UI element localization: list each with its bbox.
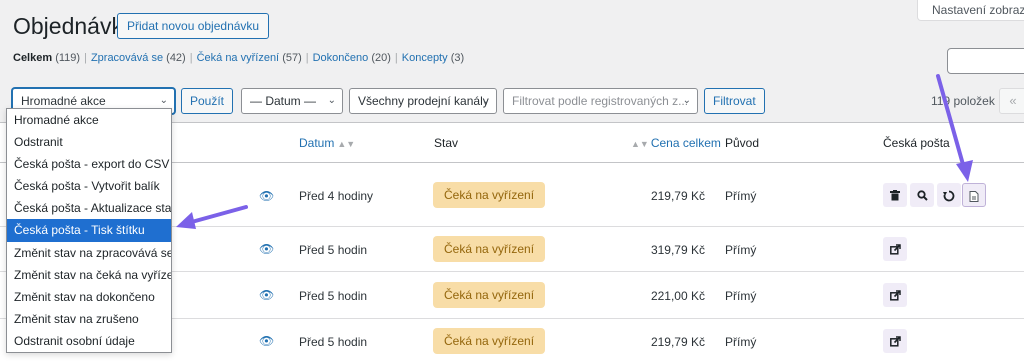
chevron-down-icon: ⌄ (481, 95, 490, 106)
column-date[interactable]: Datum ▲▼ (299, 136, 355, 150)
column-ceska-posta: Česká pošta (883, 136, 950, 150)
bulk-option-mark-processing[interactable]: Změnit stav na zpracovává se (7, 242, 171, 264)
order-total: 219,79 Kč (650, 335, 705, 349)
order-total: 221,00 Kč (650, 289, 705, 303)
items-count: 119 položek (931, 94, 995, 108)
status-badge: Čeká na vyřízení (433, 282, 546, 308)
preview-eye-icon[interactable]: 👁 (259, 242, 274, 256)
screen-options-button[interactable]: Nastavení zobrazení (917, 0, 1024, 21)
column-origin: Původ (725, 136, 760, 150)
order-date: Před 5 hodin (299, 289, 368, 303)
status-views: Celkem (119) | Zpracovává se (42) | Čeká na … (13, 52, 465, 64)
order-origin: Přímý (725, 189, 757, 203)
external-link-icon[interactable] (883, 237, 907, 261)
trash-icon[interactable] (883, 183, 907, 207)
sort-icon: ▲▼ (631, 139, 649, 149)
preview-eye-icon[interactable]: 👁 (259, 189, 274, 203)
bulk-option-export-csv[interactable]: Česká pošta - export do CSV (7, 153, 171, 175)
bulk-option-remove-personal-data[interactable]: Odstranit osobní údaje (7, 330, 171, 352)
bulk-option-create-parcel[interactable]: Česká pošta - Vytvořit balík (7, 175, 171, 197)
order-total: 319,79 Kč (650, 243, 705, 257)
search-icon[interactable] (910, 183, 934, 207)
bulk-option-update-status[interactable]: Česká pošta - Aktualizace stavu (7, 197, 171, 219)
sales-channel-value: Všechny prodejní kanály (358, 94, 489, 108)
order-origin: Přímý (725, 289, 757, 303)
sales-channel-select[interactable]: Všechny prodejní kanály ⌄ (349, 88, 497, 114)
first-page-button[interactable]: « (999, 88, 1024, 114)
order-origin: Přímý (725, 335, 757, 349)
add-new-order-button[interactable]: Přidat novou objednávku (117, 13, 270, 39)
refresh-icon[interactable] (937, 183, 961, 207)
bulk-actions-value: Hromadné akce (21, 94, 106, 108)
customer-filter-select[interactable]: Filtrovat podle registrovaných z... ⌄ (503, 88, 698, 114)
bulk-option-delete[interactable]: Odstranit (7, 131, 171, 153)
view-pending[interactable]: Čeká na vyřízení (57) (197, 52, 302, 64)
external-link-icon[interactable] (883, 283, 907, 307)
preview-eye-icon[interactable]: 👁 (259, 334, 274, 348)
status-badge: Čeká na vyřízení (433, 182, 546, 208)
view-all[interactable]: Celkem (119) (13, 52, 80, 64)
external-link-icon[interactable] (883, 329, 907, 353)
view-drafts[interactable]: Koncepty (3) (402, 52, 464, 64)
chevron-down-icon: ⌄ (327, 95, 336, 106)
date-filter-value: — Datum — (250, 94, 317, 108)
bulk-option-mark-cancelled[interactable]: Změnit stav na zrušeno (7, 308, 171, 330)
status-badge: Čeká na vyřízení (433, 328, 546, 354)
customer-filter-placeholder: Filtrovat podle registrovaných z... (512, 94, 689, 108)
bulk-option-print-label[interactable]: Česká pošta - Tisk štítku (7, 219, 171, 242)
status-badge: Čeká na vyřízení (433, 236, 546, 262)
label-print-icon[interactable] (962, 183, 986, 207)
order-total: 219,79 Kč (650, 189, 705, 203)
bulk-option-mark-completed[interactable]: Změnit stav na dokončeno (7, 286, 171, 308)
column-status: Stav (434, 136, 459, 150)
order-date: Před 5 hodin (299, 243, 368, 257)
order-date: Před 4 hodiny (299, 189, 374, 203)
apply-button[interactable]: Použít (181, 88, 234, 114)
bulk-actions-dropdown: Hromadné akce Odstranit Česká pošta - ex… (6, 108, 172, 354)
order-date: Před 5 hodin (299, 335, 368, 349)
view-processing[interactable]: Zpracovává se (42) (91, 52, 186, 64)
sort-icon: ▲▼ (337, 139, 356, 149)
filter-button[interactable]: Filtrovat (704, 88, 765, 114)
bulk-option-mark-pending[interactable]: Změnit stav na čeká na vyřízení (7, 264, 171, 286)
bulk-option-header[interactable]: Hromadné akce (7, 109, 171, 131)
search-input[interactable] (947, 48, 1024, 74)
view-completed[interactable]: Dokončeno (20) (313, 52, 391, 64)
preview-eye-icon[interactable]: 👁 (259, 288, 274, 302)
order-origin: Přímý (725, 243, 757, 257)
chevron-down-icon: ⌄ (682, 95, 691, 106)
date-filter-select[interactable]: — Datum — ⌄ (241, 88, 343, 114)
column-total[interactable]: ▲▼ Cena celkem (631, 136, 721, 150)
